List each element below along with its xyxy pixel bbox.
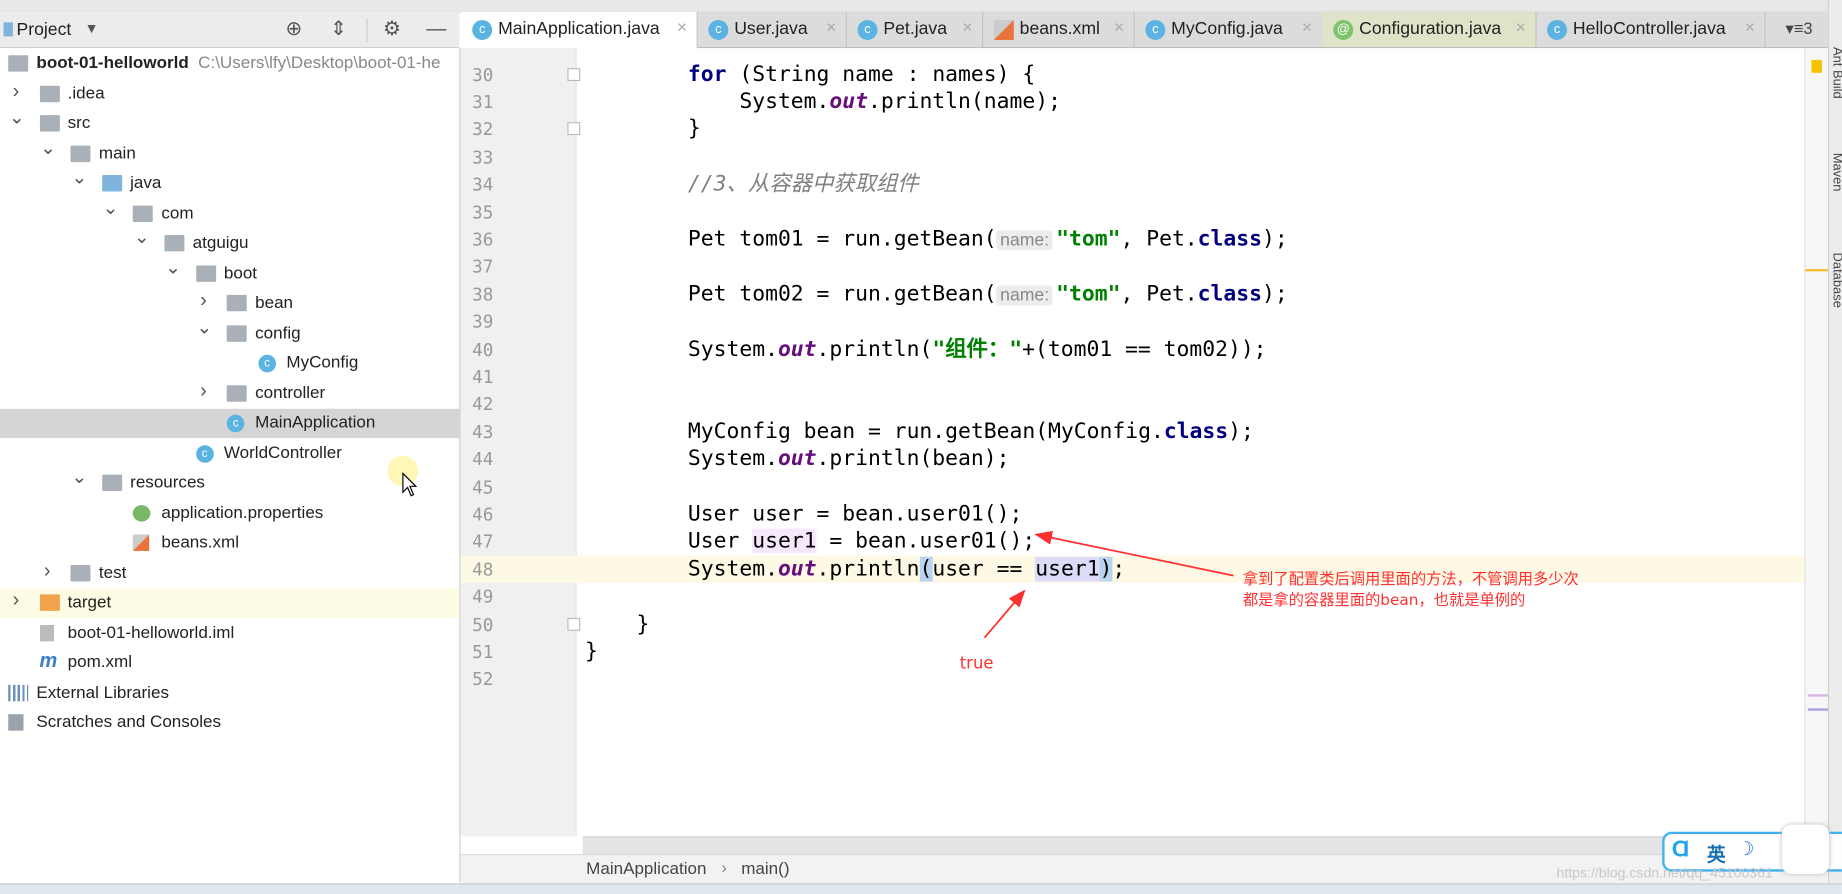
ime-language[interactable]: 英 <box>1707 839 1726 867</box>
annotation-note-line2: 都是拿的容器里面的bean，也就是单例的 <box>1242 592 1526 610</box>
annotation-arrow-to-line-47 <box>1034 530 1234 577</box>
mouse-cursor-icon <box>402 472 418 497</box>
ime-logo-icon: Ɑ <box>1671 836 1690 863</box>
annotation-note-line1: 拿到了配置类后调用里面的方法，不管调用多少次 <box>1242 570 1579 589</box>
ide-window: Project ▼ ⊕ ⇕ ⚙ — boot-01-helloworld C:\U… <box>0 0 1842 894</box>
annotation-result: true <box>959 654 994 674</box>
annotation-arrows <box>983 530 1234 639</box>
annotation-arrow-to-line-48 <box>983 589 1026 639</box>
moon-icon[interactable]: ☽ <box>1737 838 1754 861</box>
bilibili-play-icon[interactable] <box>1782 824 1830 874</box>
watermark: https://blog.csdn.net/qq_45100361 <box>1556 864 1773 882</box>
